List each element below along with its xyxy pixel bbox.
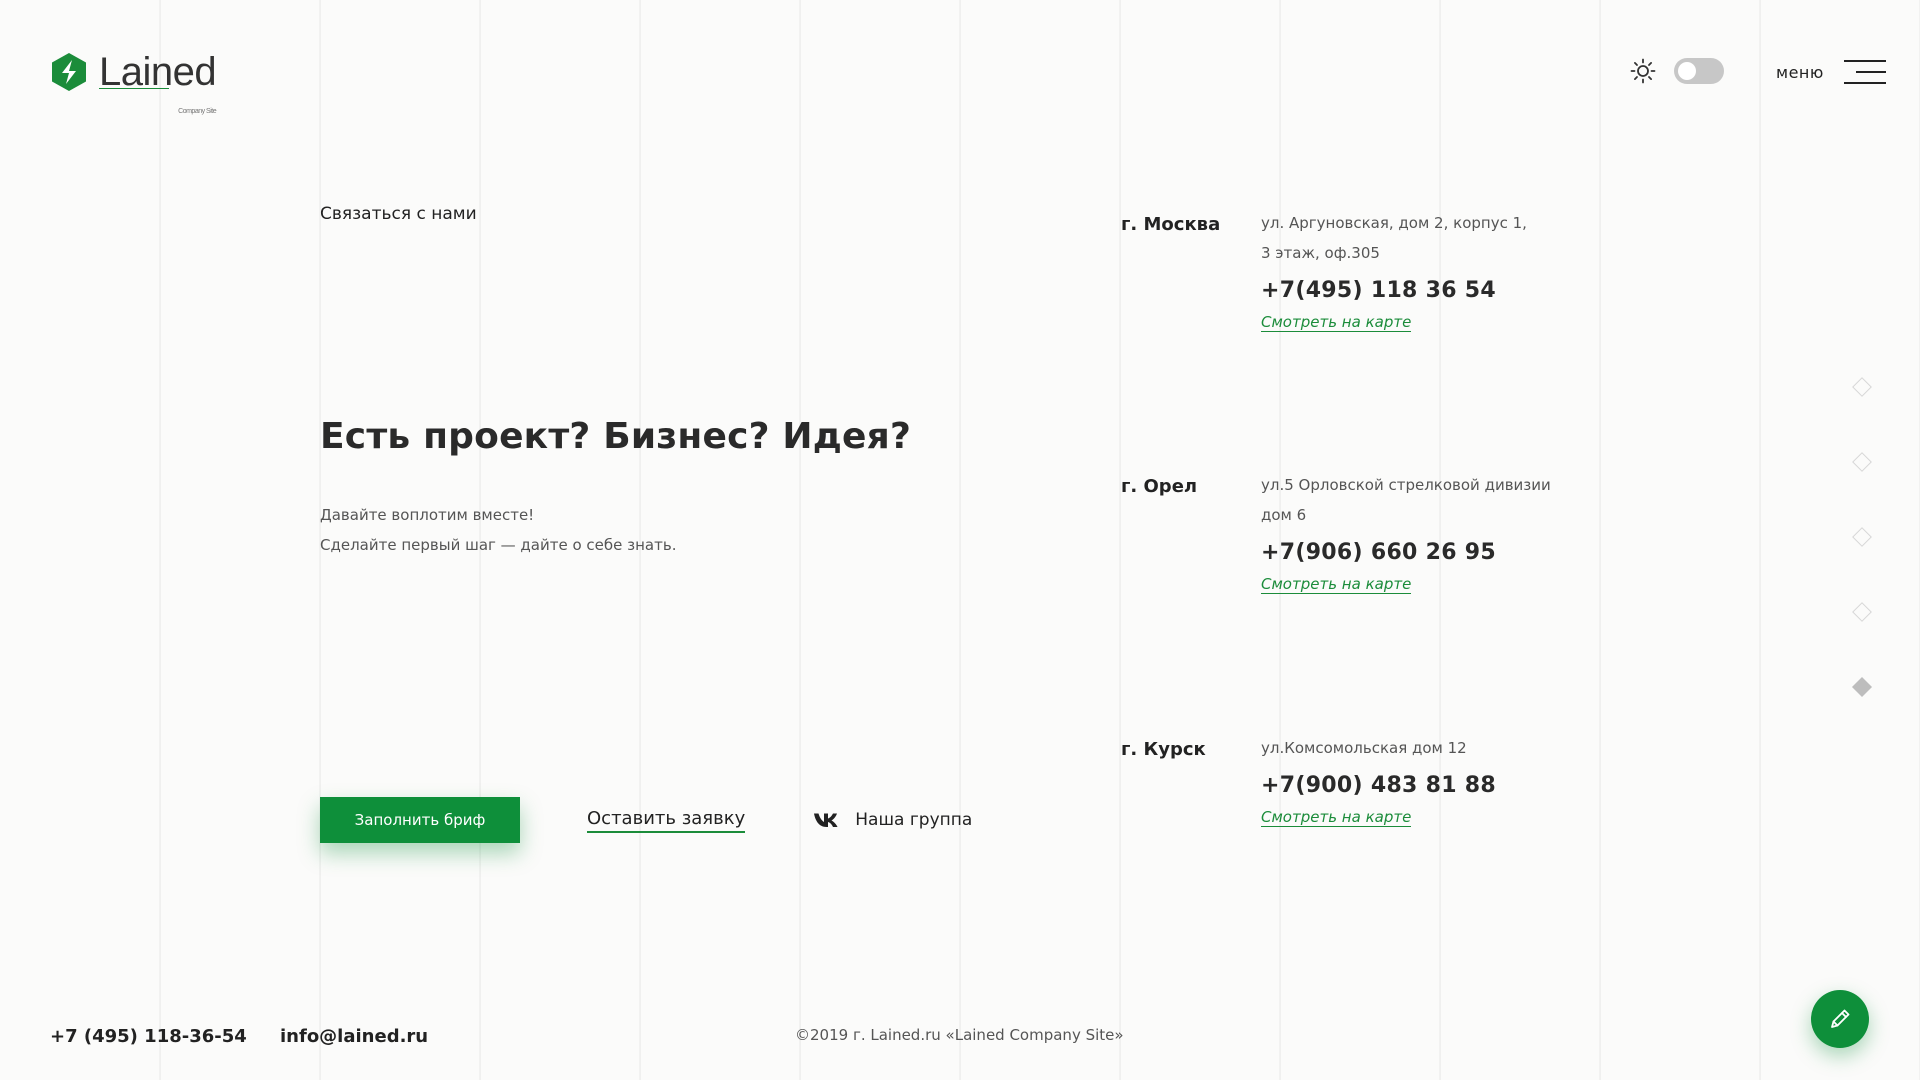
section-label: Связаться с нами: [320, 204, 477, 224]
view-on-map-link[interactable]: Смотреть на карте: [1261, 808, 1412, 827]
office-moscow: г. Москва ул. Аргуновская, дом 2, корпус…: [1121, 208, 1601, 358]
office-address: ул.Комсомольская дом 12: [1261, 733, 1601, 763]
hamburger-icon: [1843, 60, 1886, 84]
office-address: ул.5 Орловской стрелковой дивизии дом 6: [1261, 470, 1601, 530]
view-on-map-link[interactable]: Смотреть на карте: [1261, 313, 1412, 332]
menu-button[interactable]: меню: [1776, 60, 1886, 84]
logo-wordmark: Lained Company Site: [99, 52, 217, 115]
contacts-page: Lained Company Site меню Связаться с нам…: [0, 0, 1920, 1080]
write-us-button[interactable]: [1811, 990, 1869, 1048]
view-on-map-link[interactable]: Смотреть на карте: [1261, 575, 1412, 594]
office-city: г. Курск: [1121, 739, 1206, 760]
grid-line: [960, 0, 961, 1080]
address-line: дом 6: [1261, 506, 1307, 524]
office-phone[interactable]: +7(906) 660 26 95: [1261, 540, 1601, 565]
office-kursk: г. Курск ул.Комсомольская дом 12 +7(900)…: [1121, 733, 1601, 863]
office-orel: г. Орел ул.5 Орловской стрелковой дивизи…: [1121, 470, 1601, 620]
logo-underline: [99, 88, 169, 89]
pager-dot[interactable]: [1852, 602, 1872, 622]
grid-line: [1760, 0, 1761, 1080]
address-line: ул.Комсомольская дом 12: [1261, 739, 1467, 757]
footer-copyright: ©2019 г. Lained.ru «Lained Company Site»: [795, 1026, 1124, 1044]
address-line: ул. Аргуновская, дом 2, корпус 1,: [1261, 214, 1527, 232]
lead-line: Сделайте первый шаг — дайте о себе знать…: [320, 536, 677, 554]
pager-dot[interactable]: [1852, 527, 1872, 547]
sun-icon[interactable]: [1630, 58, 1656, 84]
vk-label: Наша группа: [855, 810, 973, 830]
lead-line: Давайте воплотим вместе!: [320, 506, 535, 524]
theme-switch: [1630, 58, 1724, 84]
vk-icon: [814, 813, 838, 827]
theme-toggle-knob: [1678, 62, 1696, 80]
office-phone[interactable]: +7(495) 118 36 54: [1261, 278, 1601, 303]
footer-email[interactable]: info@lained.ru: [280, 1026, 428, 1047]
theme-toggle[interactable]: [1674, 58, 1724, 84]
footer-phone[interactable]: +7 (495) 118-36-54: [50, 1026, 247, 1047]
grid-line: [160, 0, 161, 1080]
office-city: г. Москва: [1121, 214, 1221, 235]
office-details: ул.5 Орловской стрелковой дивизии дом 6 …: [1261, 470, 1601, 594]
page-headline: Есть проект? Бизнес? Идея?: [320, 416, 912, 457]
site-logo[interactable]: Lained Company Site: [49, 52, 217, 115]
office-address: ул. Аргуновская, дом 2, корпус 1, 3 этаж…: [1261, 208, 1601, 268]
pager-dot[interactable]: [1852, 452, 1872, 472]
leave-request-link[interactable]: Оставить заявку: [587, 808, 746, 833]
menu-label: меню: [1776, 62, 1824, 82]
grid-line: [800, 0, 801, 1080]
office-phone[interactable]: +7(900) 483 81 88: [1261, 773, 1601, 798]
pager-dot[interactable]: [1852, 377, 1872, 397]
address-line: 3 этаж, оф.305: [1261, 244, 1380, 262]
contact-actions: Заполнить бриф Оставить заявку Наша груп…: [320, 797, 972, 843]
fill-brief-button[interactable]: Заполнить бриф: [320, 797, 520, 843]
office-city: г. Орел: [1121, 476, 1198, 497]
vk-group-link[interactable]: Наша группа: [813, 810, 972, 830]
address-line: ул.5 Орловской стрелковой дивизии: [1261, 476, 1551, 494]
lead-text: Давайте воплотим вместе! Сделайте первый…: [320, 500, 676, 560]
pencil-icon: [1831, 1009, 1850, 1028]
logo-mark-icon: [52, 53, 86, 91]
pager-dot-active[interactable]: [1852, 677, 1872, 697]
office-details: ул. Аргуновская, дом 2, корпус 1, 3 этаж…: [1261, 208, 1601, 332]
office-details: ул.Комсомольская дом 12 +7(900) 483 81 8…: [1261, 733, 1601, 827]
brand-subtitle: Company Site: [178, 108, 217, 115]
